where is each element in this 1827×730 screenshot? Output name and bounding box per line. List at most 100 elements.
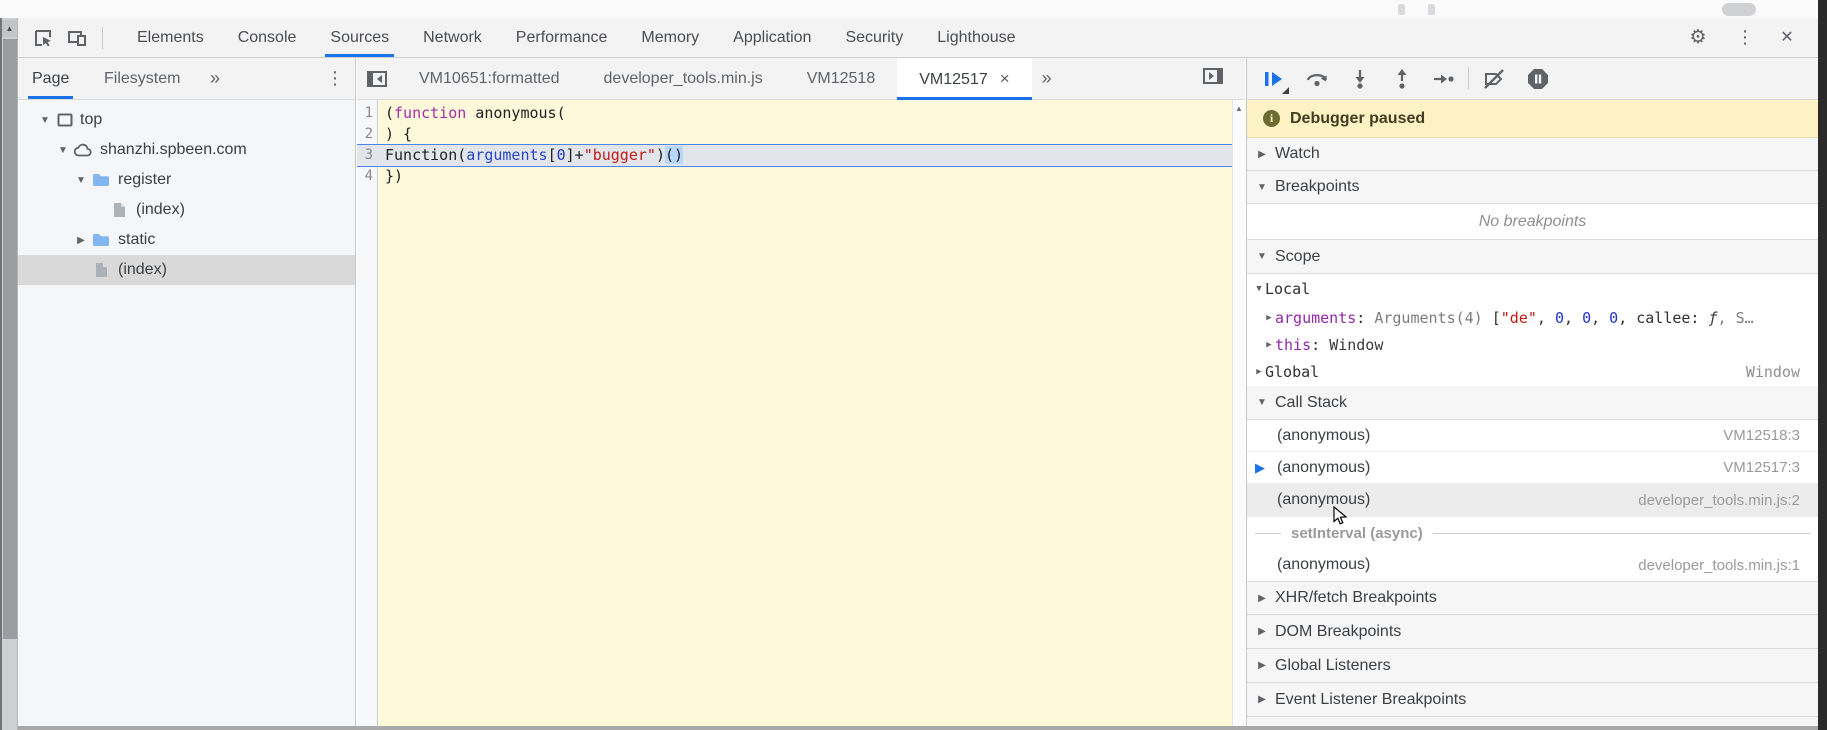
code-line-4[interactable]: }) <box>385 166 1231 187</box>
tree-label: top <box>80 111 103 128</box>
code-editor[interactable]: 1 2 3 4 (function anonymous( ) { Functio… <box>357 100 1245 730</box>
editor-tab-developer-tools[interactable]: developer_tools.min.js <box>582 58 785 99</box>
editor-tab-vm12517[interactable]: VM12517 × <box>897 58 1033 100</box>
line-number[interactable]: 2 <box>357 124 377 145</box>
tab-application[interactable]: Application <box>716 18 828 57</box>
step-into-icon[interactable] <box>1347 67 1373 91</box>
page-vertical-scrollbar[interactable]: ▲ <box>0 18 18 730</box>
tab-security[interactable]: Security <box>828 18 920 57</box>
section-event-listener-breakpoints[interactable]: ▶ Event Listener Breakpoints <box>1247 683 1818 717</box>
tab-elements[interactable]: Elements <box>120 18 221 57</box>
step-over-icon[interactable] <box>1304 67 1330 91</box>
expand-arrow-icon[interactable]: ▼ <box>38 115 52 126</box>
resume-script-icon[interactable] <box>1260 67 1289 94</box>
line-number-gutter[interactable]: 1 2 3 4 <box>357 103 377 187</box>
hide-navigator-icon[interactable] <box>357 58 397 99</box>
expand-arrow-icon[interactable]: ▼ <box>1255 251 1269 262</box>
tree-item-register-folder[interactable]: ▼ register <box>18 165 355 195</box>
settings-gear-icon[interactable]: ⚙ <box>1683 18 1713 57</box>
tree-item-top-frame[interactable]: ▼ top <box>18 105 355 135</box>
close-tab-icon[interactable]: × <box>1000 69 1010 88</box>
close-devtools-icon[interactable]: ✕ <box>1772 18 1802 57</box>
tab-filesystem[interactable]: Filesystem <box>104 58 180 99</box>
expand-arrow-icon[interactable]: ▼ <box>1255 397 1269 408</box>
section-label: Watch <box>1275 145 1320 162</box>
call-stack-frame-2-current[interactable]: ▶ (anonymous) VM12517:3 <box>1247 452 1818 484</box>
frame-icon <box>56 111 74 129</box>
pause-on-exceptions-icon[interactable] <box>1525 67 1551 91</box>
navigator-tabs: Page Filesystem » ⋮ <box>18 58 355 100</box>
line-number[interactable]: 3 <box>357 145 377 166</box>
inspect-element-icon[interactable] <box>30 26 56 50</box>
collapse-arrow-icon[interactable]: ▶ <box>1255 694 1269 705</box>
code-line-2[interactable]: ) { <box>385 124 1231 145</box>
section-global-listeners[interactable]: ▶ Global Listeners <box>1247 649 1818 683</box>
editor-tab-vm12518[interactable]: VM12518 <box>785 58 898 99</box>
line-number[interactable]: 4 <box>357 166 377 187</box>
devtools-menu-kebab-icon[interactable]: ⋮ <box>1730 18 1760 57</box>
code-line-3[interactable]: Function(arguments[0]+"bugger")() <box>385 145 1231 166</box>
editor-vertical-scrollbar[interactable]: ▲ <box>1232 100 1245 730</box>
section-watch[interactable]: ▶ Watch <box>1247 138 1818 171</box>
show-debugger-sidebar-icon[interactable] <box>1203 68 1223 84</box>
section-scope[interactable]: ▼ Scope <box>1247 240 1818 274</box>
tab-page[interactable]: Page <box>27 58 74 99</box>
tab-sources[interactable]: Sources <box>313 18 406 57</box>
expand-arrow-icon[interactable]: ▼ <box>1255 182 1269 193</box>
scrollbar-up-arrow-icon[interactable]: ▲ <box>2 20 17 37</box>
expand-arrow-icon[interactable]: ▼ <box>56 145 70 156</box>
tree-item-static-folder[interactable]: ▶ static <box>18 225 355 255</box>
scope-arguments-row[interactable]: ▶ arguments: Arguments(4) ["de", 0, 0, 0… <box>1247 304 1818 332</box>
step-out-icon[interactable] <box>1389 67 1415 91</box>
collapse-arrow-icon[interactable]: ▶ <box>74 235 88 246</box>
collapse-arrow-icon[interactable]: ▶ <box>1255 593 1269 604</box>
sources-navigator-pane: Page Filesystem » ⋮ ▼ top ▼ shanzhi.spbe… <box>18 58 356 730</box>
code-line-1[interactable]: (function anonymous( <box>385 103 1231 124</box>
section-dom-breakpoints[interactable]: ▶ DOM Breakpoints <box>1247 615 1818 649</box>
section-breakpoints[interactable]: ▼ Breakpoints <box>1247 171 1818 204</box>
collapse-arrow-icon[interactable]: ▶ <box>1263 313 1275 323</box>
tab-network[interactable]: Network <box>406 18 499 57</box>
editor-tab-vm10651[interactable]: VM10651:formatted <box>397 58 582 99</box>
step-icon[interactable] <box>1431 67 1457 91</box>
scrollbar-thumb[interactable] <box>3 39 17 639</box>
scope-this-row[interactable]: ▶ this: Window <box>1247 332 1818 358</box>
frame-location: VM12517:3 <box>1723 459 1800 476</box>
tree-item-register-index[interactable]: (index) <box>18 195 355 225</box>
deactivate-breakpoints-icon[interactable] <box>1481 67 1507 91</box>
mouse-cursor <box>1333 506 1351 526</box>
scope-local[interactable]: ▼ Local <box>1247 274 1818 304</box>
browser-icon-fragment <box>1398 4 1405 15</box>
expand-arrow-icon[interactable]: ▼ <box>74 175 88 186</box>
tree-item-index-selected[interactable]: (index) <box>18 255 355 285</box>
scope-local-label: Local <box>1265 280 1311 298</box>
call-stack-frame-1[interactable]: (anonymous) VM12518:3 <box>1247 420 1818 452</box>
separator-line <box>1255 532 1281 534</box>
collapse-arrow-icon[interactable]: ▶ <box>1253 367 1265 377</box>
tab-console[interactable]: Console <box>221 18 314 57</box>
tab-memory[interactable]: Memory <box>624 18 716 57</box>
current-frame-arrow-icon: ▶ <box>1255 459 1265 475</box>
device-toolbar-icon[interactable] <box>64 26 90 50</box>
section-xhr-breakpoints[interactable]: ▶ XHR/fetch Breakpoints <box>1247 581 1818 615</box>
code-lines[interactable]: (function anonymous( ) { Function(argume… <box>385 103 1231 187</box>
call-stack-frame-4[interactable]: (anonymous) developer_tools.min.js:1 <box>1247 549 1818 581</box>
tab-lighthouse[interactable]: Lighthouse <box>920 18 1032 57</box>
collapse-arrow-icon[interactable]: ▶ <box>1263 340 1275 350</box>
navigator-menu-kebab-icon[interactable]: ⋮ <box>326 58 344 99</box>
empty-text: No breakpoints <box>1478 212 1587 230</box>
collapse-arrow-icon[interactable]: ▶ <box>1255 149 1269 160</box>
tree-item-domain[interactable]: ▼ shanzhi.spbeen.com <box>18 135 355 165</box>
section-label: Event Listener Breakpoints <box>1275 690 1467 708</box>
right-window-edge <box>1818 0 1827 730</box>
collapse-arrow-icon[interactable]: ▶ <box>1255 660 1269 671</box>
editor-scroll-up-icon[interactable]: ▲ <box>1233 104 1245 113</box>
expand-arrow-icon[interactable]: ▼ <box>1253 284 1265 294</box>
tab-performance[interactable]: Performance <box>499 18 625 57</box>
section-call-stack[interactable]: ▼ Call Stack <box>1247 386 1818 420</box>
collapse-arrow-icon[interactable]: ▶ <box>1255 626 1269 637</box>
line-number[interactable]: 1 <box>357 103 377 124</box>
scope-global-row[interactable]: ▶ Global Window <box>1247 358 1818 386</box>
navigator-more-tabs-icon[interactable]: » <box>210 58 220 99</box>
editor-more-tabs-icon[interactable]: » <box>1032 58 1062 99</box>
